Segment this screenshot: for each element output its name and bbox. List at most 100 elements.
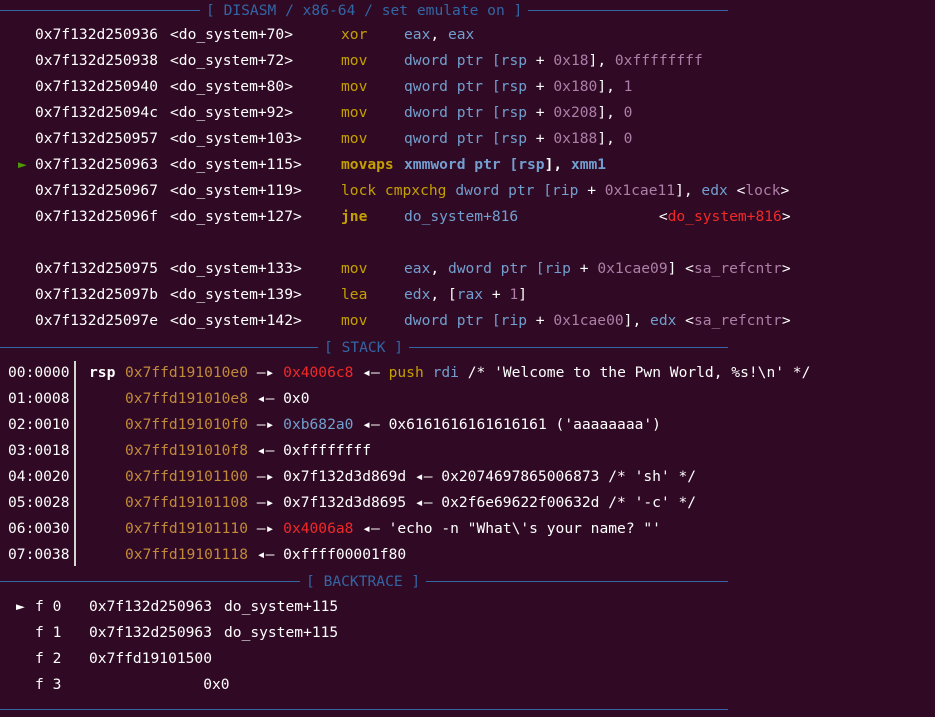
operand-token: dword ptr [ — [404, 312, 501, 329]
frame-number: f 1 — [35, 624, 62, 641]
frame-symbol: do_system+115 — [224, 598, 339, 615]
operand-token: rsp — [500, 104, 528, 121]
stack-offset: 02:0010 — [8, 416, 70, 433]
operand-token: 0x180 — [553, 78, 598, 95]
stack-row[interactable]: 07:0038 0x7ffd19101118 ◂— 0xffff00001f80 — [0, 542, 935, 568]
stack-register: rsp — [89, 364, 116, 381]
operand-token: + — [527, 104, 554, 121]
stack-address: 0x7ffd19101118 — [125, 546, 249, 563]
operand-token: , — [430, 26, 448, 43]
instruction-address: 0x7f132d250940 — [35, 78, 159, 95]
disasm-row[interactable]: 0x7f132d25097e <do_system+142> mov dword pt… — [0, 308, 935, 334]
stack-offset: 01:0008 — [8, 390, 70, 407]
instruction-symbol: <do_system+119> — [170, 182, 302, 199]
stack-offset: 04:0020 — [8, 468, 70, 485]
frame-address: 0x0 — [89, 676, 230, 693]
backtrace-frame[interactable]: f 2 0x7ffd19101500 — [0, 646, 935, 672]
stack-row[interactable]: 04:0020 0x7ffd19101100 —▸ 0x7f132d3d869d … — [0, 464, 935, 490]
instruction-mnemonic: movaps — [341, 156, 394, 173]
stack-row[interactable]: 05:0028 0x7ffd19101108 —▸ 0x7f132d3d8695 … — [0, 490, 935, 516]
stack-address: 0x7ffd19101110 — [125, 520, 249, 537]
operand-token: edx — [650, 312, 677, 329]
operand-token: 0x1cae09 — [597, 260, 668, 277]
operand-token: sa_refcntr — [693, 312, 782, 329]
disasm-row[interactable]: 0x7f132d250957 <do_system+103> mov qword pt… — [0, 126, 935, 152]
instruction-address: 0x7f132d250938 — [35, 52, 159, 69]
operand-token: dword ptr [ — [404, 104, 501, 121]
stack-header: [ STACK ] — [0, 339, 728, 356]
instruction-operands: dword ptr [rsp + 0x208], 0 — [404, 100, 632, 126]
stack-value-token: ◂— 0xffff00001f80 — [248, 546, 407, 563]
frame-address: 0x7f132d250963 — [89, 624, 213, 641]
operand-token: 0 — [623, 104, 633, 121]
operand-token: ], — [588, 52, 615, 69]
disasm-row[interactable]: 0x7f132d25096f <do_system+127> jne do_syste… — [0, 204, 935, 230]
instruction-address: 0x7f132d25094c — [35, 104, 159, 121]
operand-token: < — [518, 208, 668, 225]
instruction-address: 0x7f132d250967 — [35, 182, 159, 199]
stack-address: 0x7ffd19101108 — [125, 494, 249, 511]
instruction-address: 0x7f132d25097b — [35, 286, 159, 303]
instruction-operands: qword ptr [rsp + 0x188], 0 — [404, 126, 632, 152]
disasm-row[interactable]: 0x7f132d25094c <do_system+92> mov dword ptr… — [0, 100, 935, 126]
stack-value-token: —▸ 0x7f132d3d8695 ◂— 0x2f6e69622f00632d … — [248, 494, 697, 511]
operand-token: do_system+816 — [667, 208, 782, 225]
disasm-row[interactable]: 0x7f132d250967 <do_system+119> lock cmpxch… — [0, 178, 935, 204]
frame-address: 0x7ffd19101500 — [89, 650, 213, 667]
stack-value-token: ◂— 0x0 — [248, 390, 310, 407]
disasm-row[interactable]: ► 0x7f132d250963 <do_system+115> movaps xmmw… — [0, 152, 935, 178]
current-frame-arrow-icon: ► — [16, 598, 25, 615]
instruction-address: 0x7f132d250957 — [35, 130, 159, 147]
stack-row[interactable]: 01:0008 0x7ffd191010e8 ◂— 0x0 — [0, 386, 935, 412]
stack-value-token: ◂— — [353, 364, 389, 381]
instruction-operands: eax, eax — [404, 22, 474, 48]
operand-token: rsp — [518, 156, 545, 173]
instruction-address: 0x7f132d250975 — [35, 260, 159, 277]
instruction-address: 0x7f132d250963 — [35, 156, 159, 173]
instruction-symbol: <do_system+72> — [170, 52, 294, 69]
stack-value-token: ◂— 0xffffffff — [248, 442, 372, 459]
operand-token: 0x1cae00 — [553, 312, 624, 329]
frame-number: f 2 — [35, 650, 62, 667]
disasm-row[interactable]: 0x7f132d250975 <do_system+133> mov eax, dwo… — [0, 256, 935, 282]
operand-token: ] — [518, 286, 528, 303]
operand-token: 0xffffffff — [614, 52, 703, 69]
instruction-operands: dword ptr [rip + 0x1cae11], edx <lock> — [455, 178, 789, 204]
stack-value: —▸ 0x4006a8 ◂— 'echo -n "What\'s your na… — [248, 516, 661, 542]
stack-row[interactable]: 03:0018 0x7ffd191010f8 ◂— 0xffffffff — [0, 438, 935, 464]
operand-token: eax — [447, 26, 475, 43]
disasm-row[interactable]: 0x7f132d250940 <do_system+80> mov qword ptr… — [0, 74, 935, 100]
bottom-divider — [0, 701, 728, 717]
stack-row[interactable]: 02:0010 0x7ffd191010f0 —▸ 0xb682a0 ◂— 0x6… — [0, 412, 935, 438]
stack-row[interactable]: 00:0000 rsp 0x7ffd191010e0 —▸ 0x4006c8 ◂— … — [0, 360, 935, 386]
stack-value: ◂— 0x0 — [248, 386, 310, 412]
backtrace-frame[interactable]: ► f 0 0x7f132d250963 do_system+115 — [0, 594, 935, 620]
operand-token: < — [727, 182, 746, 199]
instruction-symbol: <do_system+115> — [170, 156, 302, 173]
instruction-operands: dword ptr [rsp + 0x18], 0xffffffff — [404, 48, 703, 74]
instruction-symbol: <do_system+80> — [170, 78, 294, 95]
stack-value-token: 0x4006c8 — [283, 364, 354, 381]
disasm-row[interactable]: 0x7f132d25097b <do_system+139> lea edx, [ra… — [0, 282, 935, 308]
operand-token: qword ptr [ — [404, 78, 501, 95]
operand-token: dword ptr [ — [455, 182, 553, 199]
operand-token: , — [430, 260, 448, 277]
instruction-mnemonic: lock cmpxchg — [341, 182, 447, 199]
stack-row[interactable]: 06:0030 0x7ffd19101110 —▸ 0x4006a8 ◂— 'ec… — [0, 516, 935, 542]
operand-token: ], — [597, 130, 624, 147]
operand-token: 0x188 — [553, 130, 598, 147]
stack-address: 0x7ffd191010e8 — [125, 390, 249, 407]
stack-offset: 05:0028 — [8, 494, 70, 511]
instruction-mnemonic: lea — [341, 286, 368, 303]
disasm-row[interactable]: 0x7f132d250938 <do_system+72> mov dword ptr… — [0, 48, 935, 74]
instruction-mnemonic: mov — [341, 104, 368, 121]
frame-address: 0x7f132d250963 — [89, 598, 213, 615]
operand-token: qword ptr [ — [404, 130, 501, 147]
operand-token: + — [527, 78, 554, 95]
backtrace-frame[interactable]: f 1 0x7f132d250963 do_system+115 — [0, 620, 935, 646]
stack-value-token — [424, 364, 433, 381]
operand-token: dword ptr [ — [404, 52, 501, 69]
disasm-row[interactable]: 0x7f132d250936 <do_system+70> xor eax, eax — [0, 22, 935, 48]
backtrace-frame[interactable]: f 3 0x0 — [0, 672, 935, 698]
operand-token: + — [578, 182, 605, 199]
